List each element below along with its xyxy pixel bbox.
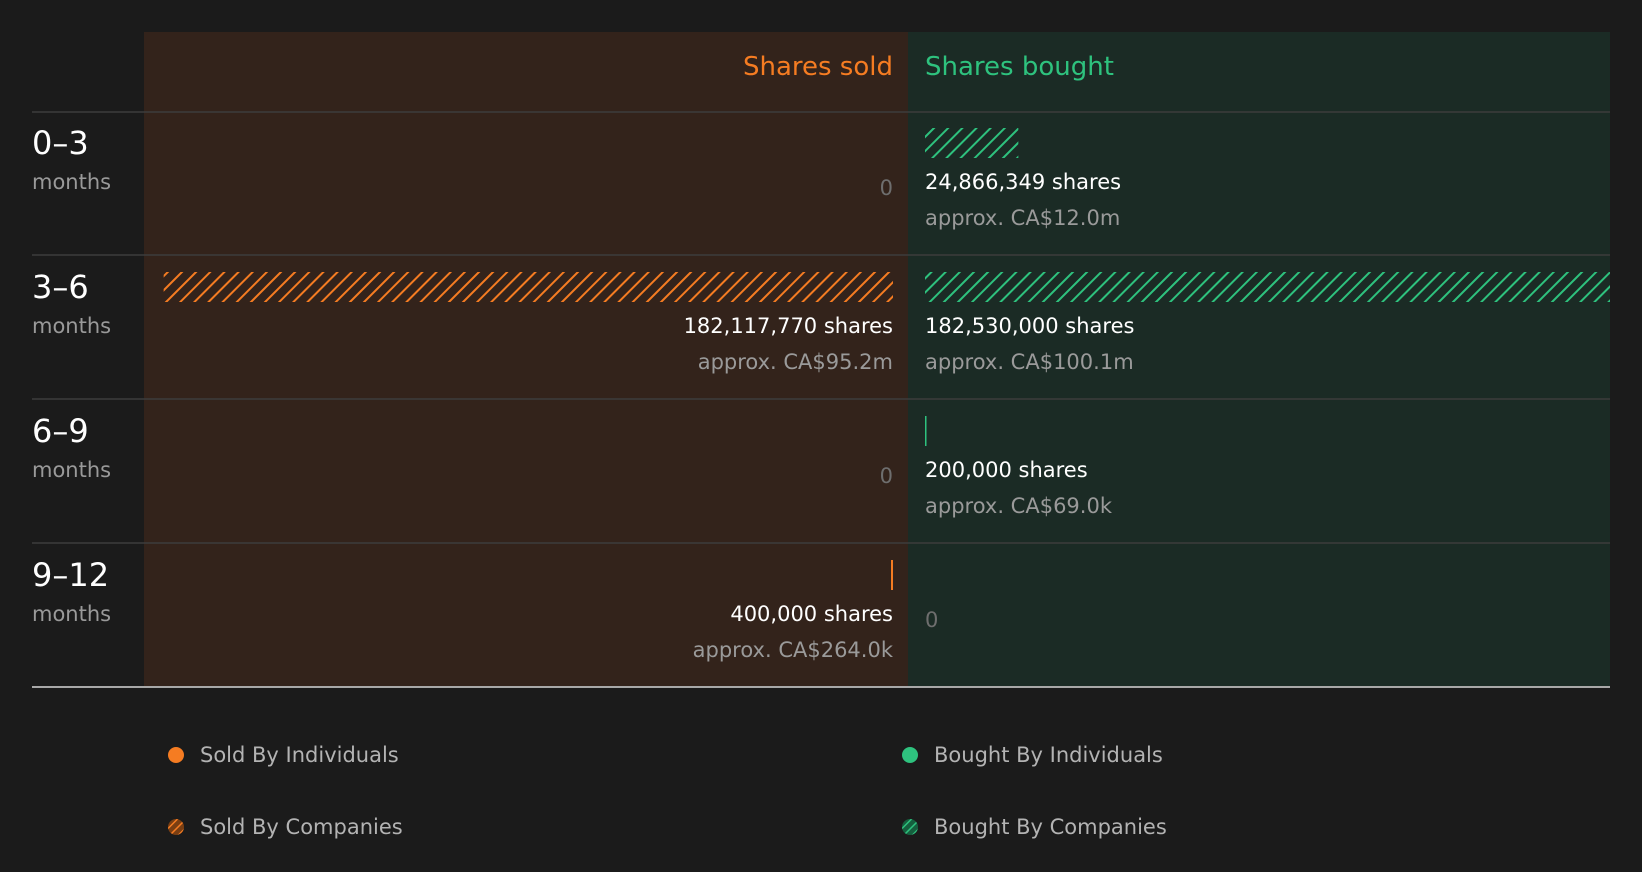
bought-bar — [925, 128, 1019, 158]
legend-item: Bought By Companies — [902, 815, 1167, 839]
legend-label: Bought By Individuals — [934, 743, 1163, 767]
bought-bar — [925, 272, 1610, 302]
insider-trading-chart — [32, 32, 1610, 688]
bought-value-label: approx. CA$69.0k — [925, 494, 1112, 518]
period-range-label: 9–12 — [32, 556, 110, 594]
period-unit-label: months — [32, 458, 112, 482]
period-unit-label: months — [32, 170, 112, 194]
sold-shares-label: 182,117,770 shares — [683, 314, 893, 338]
period-unit-label: months — [32, 602, 112, 626]
bought-zero-label: 0 — [925, 608, 939, 632]
legend-item: Sold By Individuals — [168, 743, 399, 767]
period-range-label: 6–9 — [32, 412, 89, 450]
sold-bar — [163, 272, 894, 302]
bought-column-header: Shares bought — [925, 52, 1114, 82]
sold-zero-label: 0 — [879, 464, 893, 488]
bought-shares-label: 24,866,349 shares — [925, 170, 1122, 194]
period-range-label: 3–6 — [32, 268, 89, 306]
legend-label: Sold By Individuals — [200, 743, 399, 767]
sold-value-label: approx. CA$264.0k — [692, 638, 893, 662]
legend-label: Sold By Companies — [200, 815, 403, 839]
legend-item: Bought By Individuals — [902, 743, 1163, 767]
sold-shares-label: 400,000 shares — [730, 602, 893, 626]
legend-solid-swatch — [168, 747, 184, 763]
sold-bar — [891, 560, 893, 590]
sold-zero-label: 0 — [879, 176, 893, 200]
legend-item: Sold By Companies — [168, 815, 403, 839]
sold-value-label: approx. CA$95.2m — [697, 350, 893, 374]
period-unit-label: months — [32, 314, 112, 338]
period-range-label: 0–3 — [32, 124, 89, 162]
bought-shares-label: 200,000 shares — [925, 458, 1088, 482]
legend-label: Bought By Companies — [934, 815, 1167, 839]
sold-column-header: Shares sold — [742, 52, 893, 82]
legend-solid-swatch — [902, 747, 918, 763]
legend-hatched-swatch — [902, 819, 918, 835]
bought-value-label: approx. CA$100.1m — [925, 350, 1134, 374]
legend-hatched-swatch — [168, 819, 184, 835]
bought-bar — [925, 416, 927, 446]
bought-shares-label: 182,530,000 shares — [925, 314, 1135, 338]
bought-value-label: approx. CA$12.0m — [925, 206, 1121, 230]
